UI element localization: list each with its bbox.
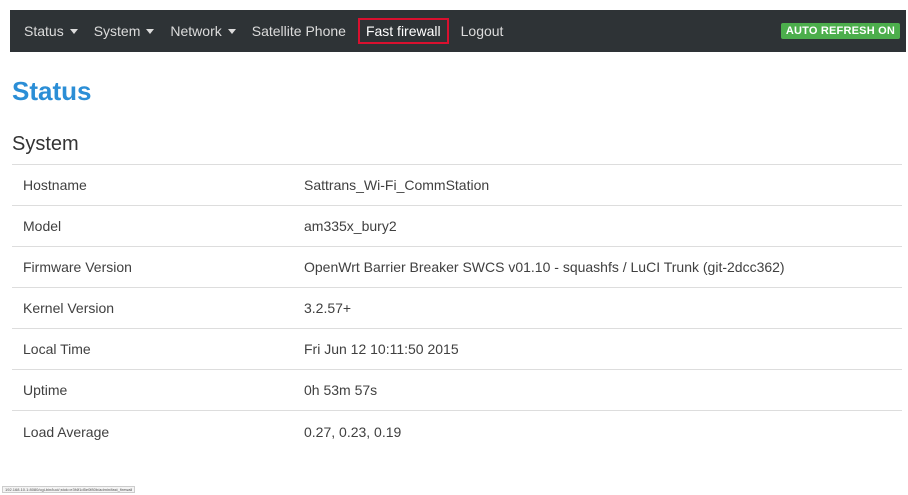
nav-satellite-phone[interactable]: Satellite Phone [244, 19, 354, 43]
row-label: Uptime [23, 382, 68, 398]
top-navbar: Status System Network Satellite Phone Fa… [10, 10, 906, 52]
row-label: Load Average [23, 423, 110, 440]
nav-logout-label: Logout [460, 23, 504, 39]
row-label: Kernel Version [23, 300, 115, 316]
table-row: Local Time Fri Jun 12 10:11:50 2015 [12, 329, 902, 370]
chevron-down-icon [146, 29, 155, 34]
row-value: Sattrans_Wi-Fi_CommStation [304, 177, 490, 193]
row-label: Hostname [23, 177, 87, 193]
table-row: Hostname Sattrans_Wi-Fi_CommStation [12, 165, 902, 206]
row-value: Fri Jun 12 10:11:50 2015 [304, 341, 459, 357]
chevron-down-icon [227, 29, 236, 34]
nav-status-menu[interactable]: Status [16, 19, 86, 43]
row-value: 3.2.57+ [304, 300, 352, 316]
table-row: Model am335x_bury2 [12, 206, 902, 247]
row-label: Model [23, 218, 62, 234]
row-label: Firmware Version [23, 259, 132, 275]
nav-fast-firewall-label: Fast firewall [365, 23, 441, 39]
row-value: OpenWrt Barrier Breaker SWCS v01.10 - sq… [304, 259, 785, 275]
system-info-table: Hostname Sattrans_Wi-Fi_CommStation Mode… [12, 164, 902, 452]
table-row: Kernel Version 3.2.57+ [12, 288, 902, 329]
nav-system-menu[interactable]: System [86, 19, 163, 43]
page-title: Status [12, 76, 92, 106]
nav-system-label: System [93, 23, 141, 39]
nav-satellite-phone-label: Satellite Phone [251, 23, 346, 39]
auto-refresh-badge[interactable]: AUTO REFRESH ON [780, 23, 900, 39]
chevron-down-icon [69, 29, 78, 34]
row-value: am335x_bury2 [304, 218, 397, 234]
row-label: Local Time [23, 341, 91, 357]
status-bar-url: 192.168.10.1:8080/cgi-bin/luci/;stok=e3f… [2, 486, 136, 493]
nav-logout[interactable]: Logout [453, 19, 512, 43]
nav-fast-firewall[interactable]: Fast firewall [357, 18, 449, 44]
nav-network-label: Network [170, 23, 222, 39]
nav-status-label: Status [24, 23, 64, 39]
table-row: Uptime 0h 53m 57s [12, 370, 902, 411]
section-title: System [12, 133, 79, 155]
nav-network-menu[interactable]: Network [162, 19, 243, 43]
table-row: Load Average 0.27, 0.23, 0.19 [12, 411, 902, 452]
row-value: 0h 53m 57s [304, 382, 378, 398]
row-value: 0.27, 0.23, 0.19 [304, 423, 402, 440]
table-row: Firmware Version OpenWrt Barrier Breaker… [12, 247, 902, 288]
